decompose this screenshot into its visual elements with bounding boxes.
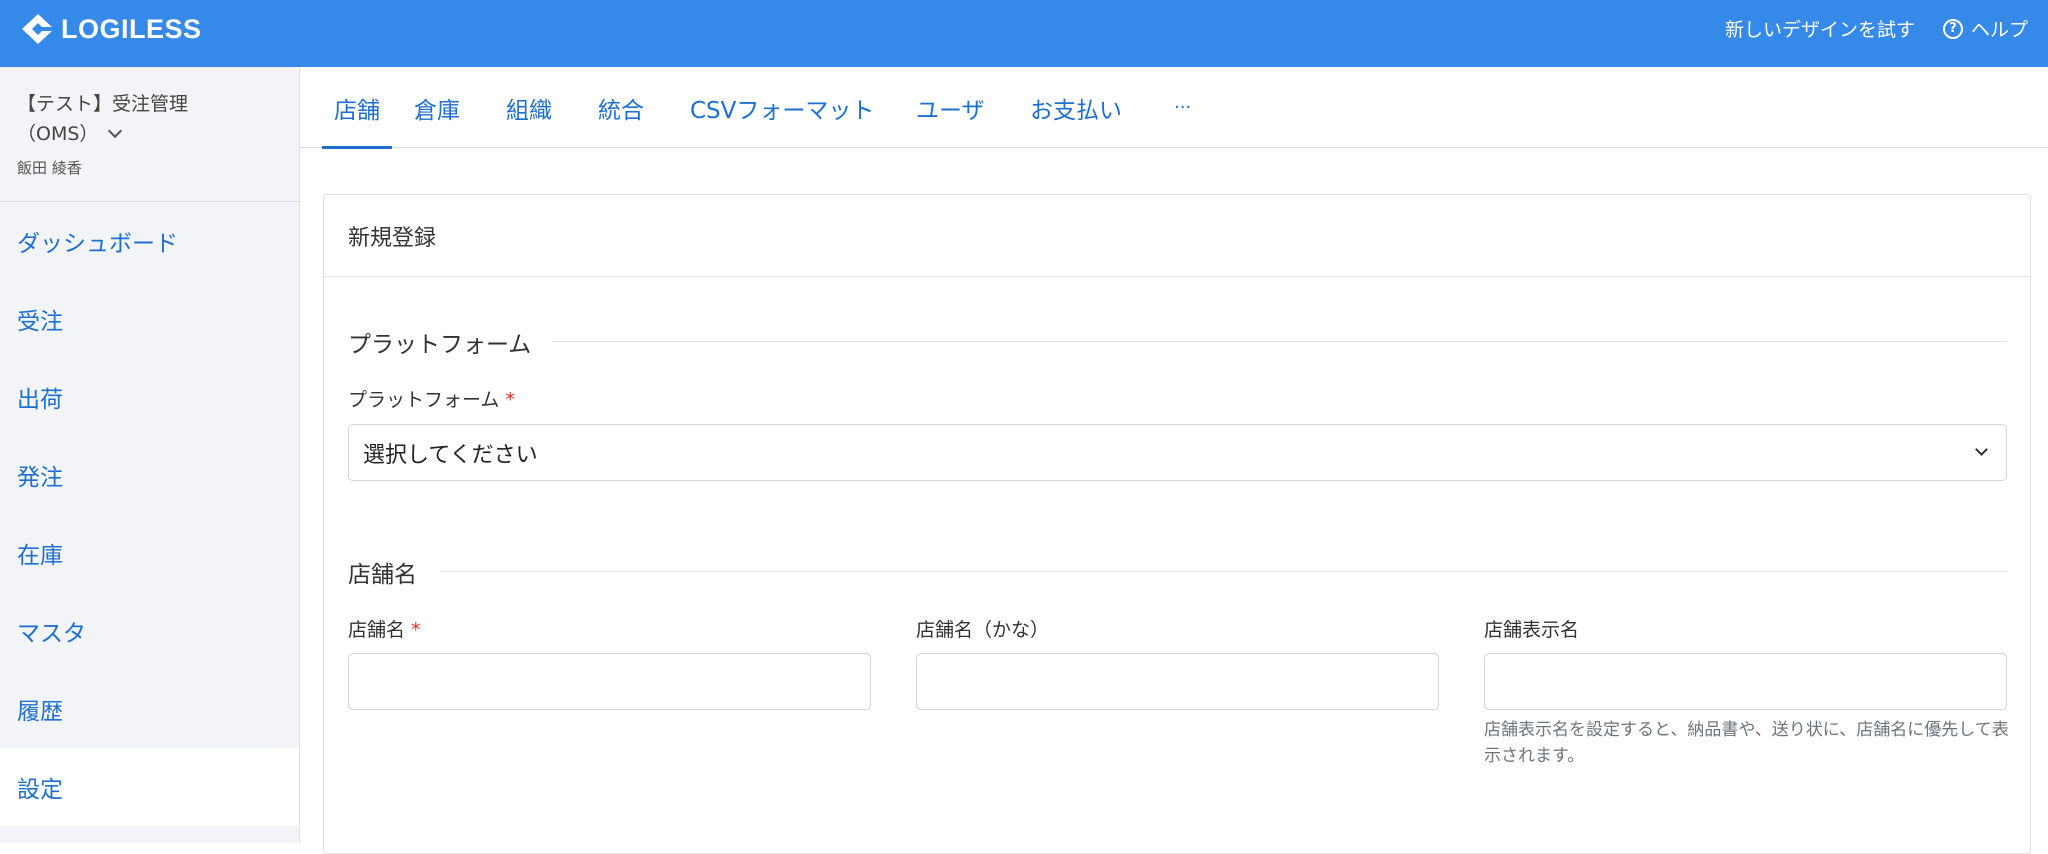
store-display-name-input[interactable] [1484,653,2007,710]
sidebar-item-history[interactable]: 履歴 [0,670,299,748]
org-name-line2: （OMS） [17,123,99,145]
settings-tabs: 店舗 倉庫 組織 統合 CSVフォーマット ユーザ お支払い ··· [300,67,2048,149]
org-switcher[interactable]: 【テスト】受注管理 （OMS） 飯田 綾香 [17,89,287,178]
tab-integration[interactable]: 統合 [598,67,644,148]
logo-text: LOGILESS [61,13,202,44]
logo[interactable]: LOGILESS [21,13,202,45]
section-store-name-title: 店舗名 [348,562,417,588]
store-kana-label: 店舗名（かな） [916,619,1050,641]
store-display-name-hint: 店舗表示名を設定すると、納品書や、送り状に、店舗名に優先して表示されます。 [1484,720,2009,766]
card-title: 新規登録 [324,195,2030,277]
platform-select[interactable]: 選択してください [348,424,2007,481]
store-display-name-label: 店舗表示名 [1484,619,1580,641]
tab-users[interactable]: ユーザ [916,67,985,148]
sidebar-item-shipments[interactable]: 出荷 [0,358,299,436]
required-mark: * [411,619,421,641]
new-store-card: 新規登録 プラットフォーム プラットフォーム * 選択してください 店舗名 店舗名… [323,194,2031,854]
store-name-label: 店舗名 * [348,619,421,641]
section-divider [552,341,2007,342]
tab-organization[interactable]: 組織 [506,67,552,148]
help-icon: ? [1942,18,1963,39]
section-platform-title: プラットフォーム [348,332,532,358]
sidebar-item-master[interactable]: マスタ [0,592,299,670]
tab-csv-format[interactable]: CSVフォーマット [690,67,874,148]
org-name-line1: 【テスト】受注管理 [17,93,189,115]
sidebar-item-dashboard[interactable]: ダッシュボード [0,202,299,280]
help-link[interactable]: ? ヘルプ [1942,15,2028,42]
user-name: 飯田 綾香 [17,159,82,177]
section-divider [440,571,2007,572]
sidebar-item-purchase-orders[interactable]: 発注 [0,436,299,514]
help-label: ヘルプ [1970,19,2028,41]
tab-payments[interactable]: お支払い [1030,67,1122,148]
store-kana-input[interactable] [916,653,1439,710]
sidebar-item-orders[interactable]: 受注 [0,280,299,358]
platform-label: プラットフォーム * [348,389,515,411]
tab-stores[interactable]: 店舗 [322,67,392,149]
top-header: LOGILESS 新しいデザインを試す ? ヘルプ [0,0,2048,67]
sidebar-nav: ダッシュボード 受注 出荷 発注 在庫 マスタ 履歴 設定 [0,202,299,826]
logiless-logo-icon [22,14,55,44]
sidebar: 【テスト】受注管理 （OMS） 飯田 綾香 ダッシュボード 受注 出荷 発注 在… [0,67,300,843]
sidebar-item-inventory[interactable]: 在庫 [0,514,299,592]
sidebar-item-settings[interactable]: 設定 [0,748,299,826]
try-new-design-link[interactable]: 新しいデザインを試す [1725,15,1915,42]
chevron-down-icon [1975,443,1988,456]
tab-warehouses[interactable]: 倉庫 [414,67,460,148]
platform-select-value: 選択してください [363,442,538,468]
chevron-down-icon[interactable] [108,123,123,139]
required-mark: * [505,389,515,411]
tab-more[interactable]: ··· [1174,67,1191,148]
store-name-input[interactable] [348,653,871,710]
